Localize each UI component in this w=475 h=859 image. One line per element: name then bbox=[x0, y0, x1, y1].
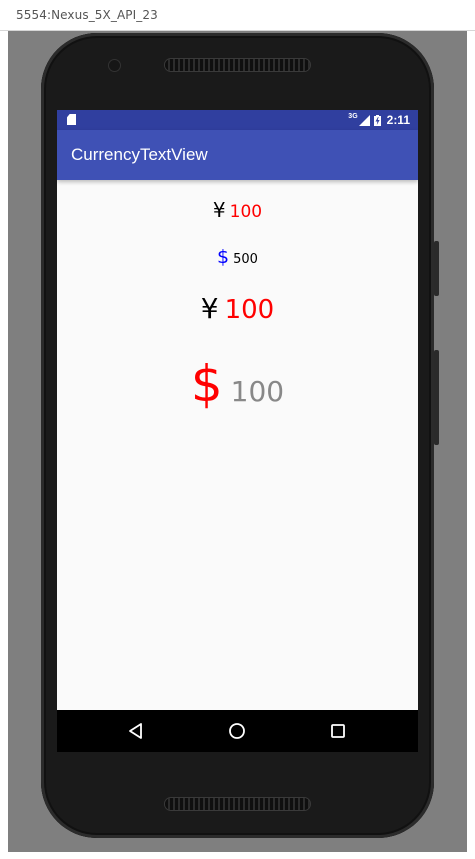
currency-amount: 100 bbox=[229, 202, 263, 222]
network-type: 3G bbox=[348, 112, 358, 120]
currency-amount: 500 bbox=[233, 252, 258, 267]
currency-symbol: $ bbox=[190, 355, 223, 413]
recents-icon[interactable] bbox=[328, 721, 348, 741]
app-title: CurrencyTextView bbox=[71, 145, 208, 164]
front-camera bbox=[109, 60, 120, 71]
sd-card-icon bbox=[67, 114, 76, 125]
currency-text-view-4: $ 100 bbox=[57, 355, 418, 413]
top-speaker bbox=[165, 59, 310, 71]
power-button[interactable] bbox=[434, 350, 439, 445]
navigation-bar bbox=[57, 710, 418, 752]
emulator-bottom-border bbox=[0, 852, 475, 859]
phone-screen: 3G 2:11 CurrencyTextView ¥ 100 $ 500 ¥ 1… bbox=[57, 110, 418, 752]
home-icon[interactable] bbox=[227, 721, 247, 741]
status-time: 2:11 bbox=[386, 113, 410, 127]
emulator-title: 5554:Nexus_5X_API_23 bbox=[16, 8, 158, 22]
currency-symbol: ¥ bbox=[200, 292, 219, 325]
emulator-title-bar: 5554:Nexus_5X_API_23 bbox=[0, 0, 475, 31]
battery-charging-icon bbox=[373, 114, 381, 126]
currency-amount: 100 bbox=[224, 295, 275, 325]
back-icon[interactable] bbox=[126, 721, 146, 741]
currency-amount: 100 bbox=[230, 375, 285, 408]
status-bar: 3G 2:11 bbox=[57, 110, 418, 130]
currency-text-view-2: $ 500 bbox=[57, 246, 418, 268]
volume-button[interactable] bbox=[434, 241, 439, 296]
currency-text-view-1: ¥ 100 bbox=[57, 198, 418, 222]
currency-text-view-3: ¥ 100 bbox=[57, 292, 418, 325]
currency-symbol: $ bbox=[217, 246, 230, 268]
app-toolbar: CurrencyTextView bbox=[57, 130, 418, 180]
currency-symbol: ¥ bbox=[212, 198, 226, 222]
signal-icon bbox=[358, 114, 370, 126]
bottom-speaker bbox=[165, 798, 310, 810]
